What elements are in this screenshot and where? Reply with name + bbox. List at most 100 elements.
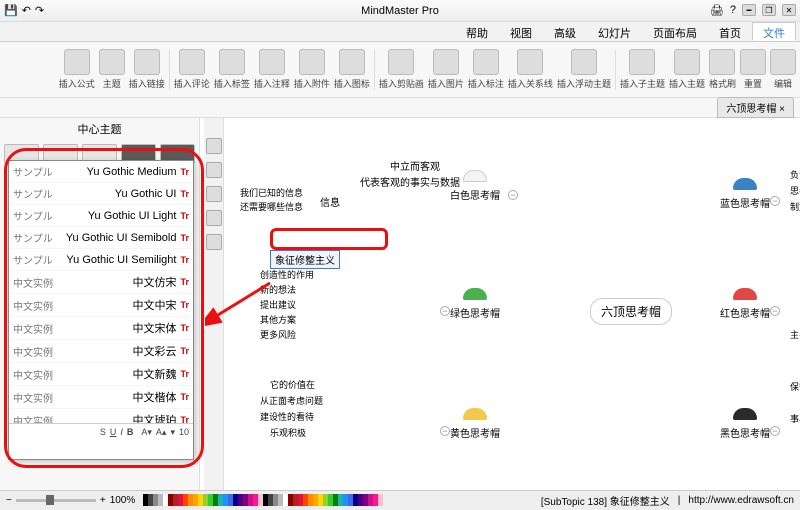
ribbon-重置[interactable]: 重置 — [740, 49, 766, 90]
ribbon-插入图标[interactable]: 插入图标 — [334, 49, 370, 90]
vt-style[interactable] — [206, 162, 222, 178]
document-tabs: 六顶思考帽 × — [0, 98, 800, 118]
white-item[interactable]: 代表客观的事实与数据 — [360, 174, 460, 189]
blue-hat-label: 蓝色思考帽 — [720, 199, 770, 210]
collapse-icon[interactable]: − — [770, 426, 780, 436]
ribbon-插入附件[interactable]: 插入附件 — [294, 49, 330, 90]
ribbon-插入关系线[interactable]: 插入关系线 — [508, 49, 553, 90]
tab-file[interactable]: 文件 — [752, 22, 796, 41]
ribbon-插入浮动主题[interactable]: 插入浮动主题 — [557, 49, 611, 90]
blue-item[interactable]: 负责控制和调节思维 — [790, 168, 800, 181]
white-subitem[interactable]: 还需要哪些信息 — [240, 200, 303, 213]
tab-help[interactable]: 帮助 — [455, 22, 499, 41]
ribbon-插入标签[interactable]: 插入标签 — [214, 49, 250, 90]
center-node[interactable]: 六顶思考帽 — [590, 298, 672, 325]
yellow-item[interactable]: 它的价值在 — [270, 378, 315, 391]
yellow-item[interactable]: 建设性的看待 — [260, 410, 314, 423]
font-option[interactable]: TrYu Gothic Mediumサンプル — [9, 161, 193, 183]
vt-clipart[interactable] — [206, 210, 222, 226]
ribbon-插入注释[interactable]: 插入注释 — [254, 49, 290, 90]
green-item[interactable]: 更多风险 — [260, 328, 296, 341]
tab-advanced[interactable]: 高级 — [543, 22, 587, 41]
green-hat-node[interactable]: 绿色思考帽 — [450, 288, 500, 320]
tab-view[interactable]: 视图 — [499, 22, 543, 41]
underline-btn[interactable]: U — [110, 427, 117, 438]
help-icon[interactable]: ? — [730, 4, 736, 17]
font-option[interactable]: Tr中文楷体中文实例 — [9, 386, 193, 409]
close-button[interactable]: ✕ — [782, 4, 796, 16]
font-option[interactable]: Tr中文仿宋中文实例 — [9, 271, 193, 294]
zoom-control[interactable]: − + 100% — [6, 495, 135, 506]
yellow-item[interactable]: 从正面考虑问题 — [260, 394, 323, 407]
ribbon-插入标注[interactable]: 插入标注 — [468, 49, 504, 90]
red-hat-label: 红色思考帽 — [720, 309, 770, 320]
side-panel: 中心主题 TrYu Gothic MediumサンプルTrYu Gothic U… — [0, 118, 200, 490]
ribbon-格式刷[interactable]: 格式刷 — [709, 49, 736, 90]
ribbon-插入评论[interactable]: 插入评论 — [174, 49, 210, 90]
font-option[interactable]: Tr中文琥珀中文实例 — [9, 409, 193, 423]
collapse-icon[interactable]: − — [508, 190, 518, 200]
font-option[interactable]: TrYu Gothic UI Lightサンプル — [9, 205, 193, 227]
redo-icon[interactable]: ↷ — [35, 4, 44, 17]
font-option[interactable]: TrYu Gothic UI Semilightサンプル — [9, 249, 193, 271]
font-option[interactable]: TrYu Gothic UIサンプル — [9, 183, 193, 205]
font-option[interactable]: TrYu Gothic UI Semiboldサンプル — [9, 227, 193, 249]
ribbon-插入公式[interactable]: 插入公式 — [59, 49, 95, 90]
tab-home[interactable]: 首页 — [708, 22, 752, 41]
green-item[interactable]: 提出建议 — [260, 298, 296, 311]
status-info: [SubTopic 138] 象征修整主义 — [541, 493, 670, 508]
font-option[interactable]: Tr中文中宋中文实例 — [9, 294, 193, 317]
collapse-icon[interactable]: − — [770, 306, 780, 316]
font-size[interactable]: 10 — [179, 427, 189, 438]
vt-icons[interactable] — [206, 186, 222, 202]
black-item[interactable]: 保守、谨慎、规避风险 — [790, 380, 800, 393]
ribbon-插入子主题[interactable]: 插入子主题 — [620, 49, 665, 90]
green-item-highlighted[interactable]: 象征修整主义 — [270, 250, 340, 269]
italic-btn[interactable]: I — [120, 427, 123, 438]
ribbon-插入主题[interactable]: 插入主题 — [669, 49, 705, 90]
collapse-icon[interactable]: − — [440, 426, 450, 436]
black-hat-node[interactable]: 黑色思考帽 — [720, 408, 770, 440]
ribbon-主题[interactable]: 主题 — [99, 49, 125, 90]
yellow-hat-node[interactable]: 黄色思考帽 — [450, 408, 500, 440]
green-item[interactable]: 创造性的作用 — [260, 268, 314, 281]
mindmap-canvas[interactable]: 六顶思考帽 白色思考帽 − 中立而客观 代表客观的事实与数据 信息 我们已知的信… — [200, 118, 800, 490]
blue-hat-node[interactable]: 蓝色思考帽 — [720, 178, 770, 210]
green-hat-label: 绿色思考帽 — [450, 309, 500, 320]
green-item[interactable]: 其他方案 — [260, 313, 296, 326]
print-icon[interactable]: 🖨 — [710, 4, 724, 17]
maximize-button[interactable]: ❐ — [762, 4, 776, 16]
green-item[interactable]: 新的想法 — [260, 283, 296, 296]
tab-slide[interactable]: 幻灯片 — [587, 22, 642, 41]
bold-btn[interactable]: B — [127, 427, 134, 438]
white-item[interactable]: 中立而客观 — [390, 158, 440, 173]
color-strip[interactable] — [143, 494, 383, 508]
vt-outline[interactable] — [206, 234, 222, 250]
yellow-item[interactable]: 乐观积极 — [270, 426, 306, 439]
font-list: TrYu Gothic MediumサンプルTrYu Gothic UIサンプル… — [9, 161, 193, 423]
black-item[interactable]: 事早看得到风险和危机 — [790, 412, 800, 425]
ribbon-插入剪贴画[interactable]: 插入剪贴画 — [379, 49, 424, 90]
collapse-icon[interactable]: − — [770, 196, 780, 206]
white-subitem[interactable]: 我们已知的信息 — [240, 186, 303, 199]
collapse-icon[interactable]: − — [440, 306, 450, 316]
ribbon-编辑[interactable]: 编辑 — [770, 49, 796, 90]
strike-btn[interactable]: S — [100, 427, 106, 438]
blue-item[interactable]: 制定思考整个思路和结论 — [790, 200, 800, 213]
minimize-button[interactable]: ━ — [742, 4, 756, 16]
red-hat-node[interactable]: 红色思考帽 — [720, 288, 770, 320]
blue-item[interactable]: 思考我们思考到哪个层次 — [790, 184, 800, 197]
font-option[interactable]: Tr中文宋体中文实例 — [9, 317, 193, 340]
ribbon-插入链接[interactable]: 插入链接 — [129, 49, 165, 90]
white-sub[interactable]: 信息 — [320, 194, 340, 209]
red-item[interactable]: 主导和感受是什么 — [790, 328, 800, 341]
doc-tab[interactable]: 六顶思考帽 × — [717, 97, 794, 118]
font-option[interactable]: Tr中文彩云中文实例 — [9, 340, 193, 363]
save-icon[interactable]: 💾 — [4, 4, 18, 17]
font-option[interactable]: Tr中文新魏中文实例 — [9, 363, 193, 386]
ribbon-插入图片[interactable]: 插入图片 — [428, 49, 464, 90]
undo-icon[interactable]: ↶ — [22, 4, 31, 17]
tab-layout[interactable]: 页面布局 — [642, 22, 708, 41]
vt-theme[interactable] — [206, 138, 222, 154]
font-dropdown[interactable]: TrYu Gothic MediumサンプルTrYu Gothic UIサンプル… — [8, 160, 194, 460]
